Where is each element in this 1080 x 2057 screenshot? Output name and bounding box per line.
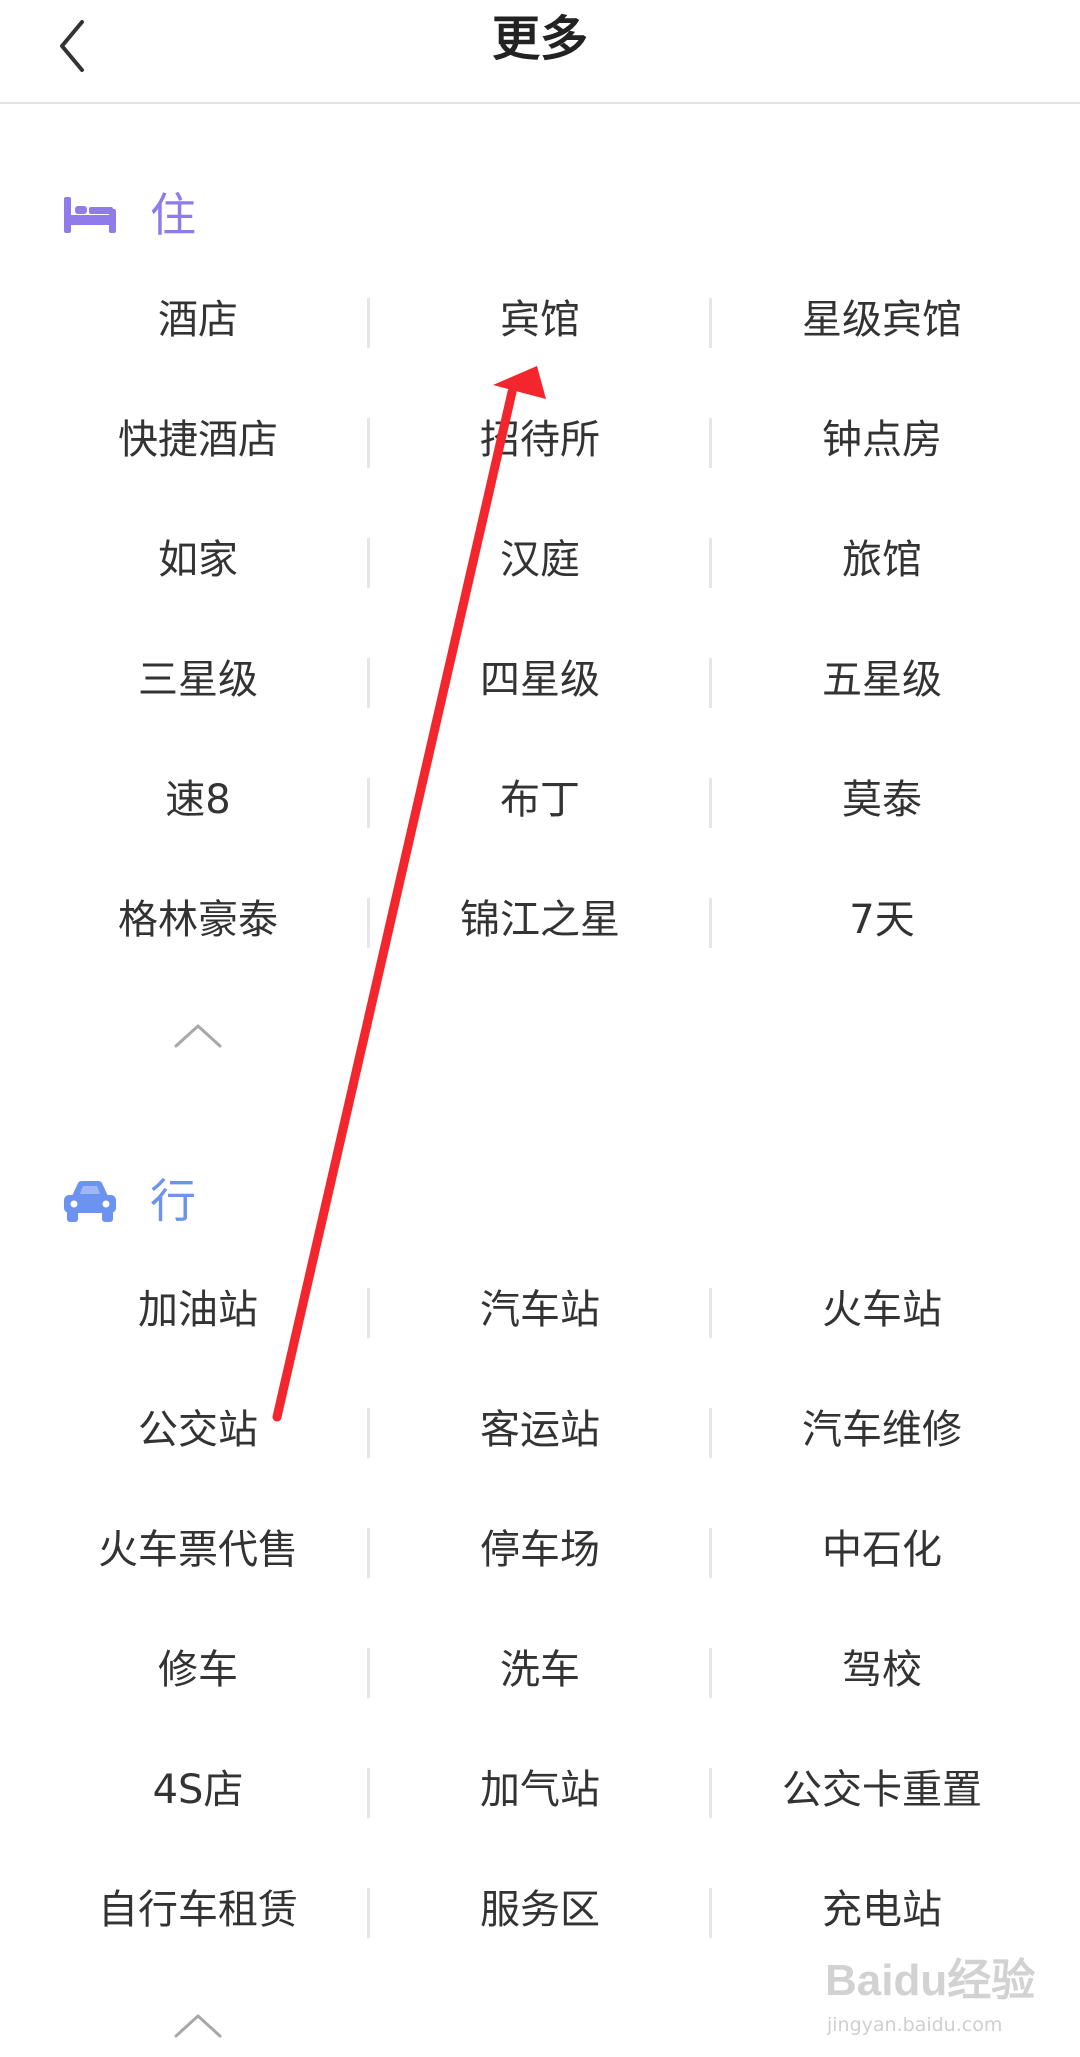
grid-row: 加油站 汽车站 火车站	[0, 1280, 1080, 1400]
page-title: 更多	[491, 11, 588, 67]
chevron-up-icon	[174, 1024, 222, 1048]
collapse-button-stay[interactable]	[170, 1016, 226, 1056]
category-item[interactable]: 布丁	[369, 770, 711, 830]
category-item[interactable]: 停车场	[369, 1520, 711, 1580]
category-item[interactable]: 钟点房	[711, 410, 1053, 470]
category-grid-travel: 加油站 汽车站 火车站 公交站 客运站 汽车维修 火车票代售 停车场 中石化 修…	[0, 1280, 1080, 2000]
grid-row: 快捷酒店 招待所 钟点房	[0, 410, 1080, 530]
category-item[interactable]: 快捷酒店	[27, 410, 369, 470]
category-item[interactable]: 中石化	[711, 1520, 1053, 1580]
car-icon	[60, 1176, 120, 1226]
category-item[interactable]: 加油站	[27, 1280, 369, 1340]
chevron-up-icon	[174, 2014, 222, 2038]
category-item[interactable]: 自行车租赁	[27, 1880, 369, 1940]
category-item[interactable]: 驾校	[711, 1640, 1053, 1700]
top-bar: 更多	[0, 0, 1080, 104]
category-item[interactable]: 速8	[27, 770, 369, 830]
category-item[interactable]: 星级宾馆	[711, 290, 1053, 350]
section-header-stay: 住	[60, 180, 196, 250]
category-item[interactable]: 宾馆	[369, 290, 711, 350]
category-grid-stay: 酒店 宾馆 星级宾馆 快捷酒店 招待所 钟点房 如家 汉庭 旅馆 三星级 四星级…	[0, 290, 1080, 1010]
collapse-button-travel[interactable]	[170, 2006, 226, 2046]
grid-row: 修车 洗车 驾校	[0, 1640, 1080, 1760]
category-item[interactable]: 锦江之星	[369, 890, 711, 950]
grid-row: 公交站 客运站 汽车维修	[0, 1400, 1080, 1520]
category-item[interactable]: 汽车维修	[711, 1400, 1053, 1460]
category-item[interactable]: 四星级	[369, 650, 711, 710]
category-item[interactable]: 三星级	[27, 650, 369, 710]
category-item[interactable]: 7天	[711, 890, 1053, 950]
grid-row: 4S店 加气站 公交卡重置	[0, 1760, 1080, 1880]
grid-row: 酒店 宾馆 星级宾馆	[0, 290, 1080, 410]
grid-row: 格林豪泰 锦江之星 7天	[0, 890, 1080, 1010]
category-item[interactable]: 加气站	[369, 1760, 711, 1820]
category-item[interactable]: 酒店	[27, 290, 369, 350]
category-item[interactable]: 客运站	[369, 1400, 711, 1460]
section-header-travel: 行	[60, 1166, 196, 1236]
section-title: 住	[150, 188, 196, 242]
watermark-url: jingyan.baidu.com	[827, 2014, 1003, 2036]
category-item[interactable]: 汉庭	[369, 530, 711, 590]
category-item[interactable]: 火车票代售	[27, 1520, 369, 1580]
category-item[interactable]: 如家	[27, 530, 369, 590]
category-item[interactable]: 公交卡重置	[711, 1760, 1053, 1820]
category-item[interactable]: 4S店	[27, 1760, 369, 1820]
bed-icon	[60, 190, 120, 240]
grid-row: 三星级 四星级 五星级	[0, 650, 1080, 770]
category-item[interactable]: 汽车站	[369, 1280, 711, 1340]
category-item[interactable]: 招待所	[369, 410, 711, 470]
watermark-brand: Baidu经验	[825, 1956, 1036, 2005]
grid-row: 如家 汉庭 旅馆	[0, 530, 1080, 650]
section-title: 行	[150, 1174, 196, 1228]
category-item[interactable]: 洗车	[369, 1640, 711, 1700]
category-item[interactable]: 五星级	[711, 650, 1053, 710]
category-item[interactable]: 火车站	[711, 1280, 1053, 1340]
grid-row: 火车票代售 停车场 中石化	[0, 1520, 1080, 1640]
category-item[interactable]: 莫泰	[711, 770, 1053, 830]
category-item[interactable]: 修车	[27, 1640, 369, 1700]
category-item[interactable]: 旅馆	[711, 530, 1053, 590]
grid-row: 速8 布丁 莫泰	[0, 770, 1080, 890]
baidu-jingyan-watermark: Baidu经验 jingyan.baidu.com	[825, 1930, 1065, 2050]
category-item[interactable]: 服务区	[369, 1880, 711, 1940]
category-item[interactable]: 格林豪泰	[27, 890, 369, 950]
category-item[interactable]: 公交站	[27, 1400, 369, 1460]
